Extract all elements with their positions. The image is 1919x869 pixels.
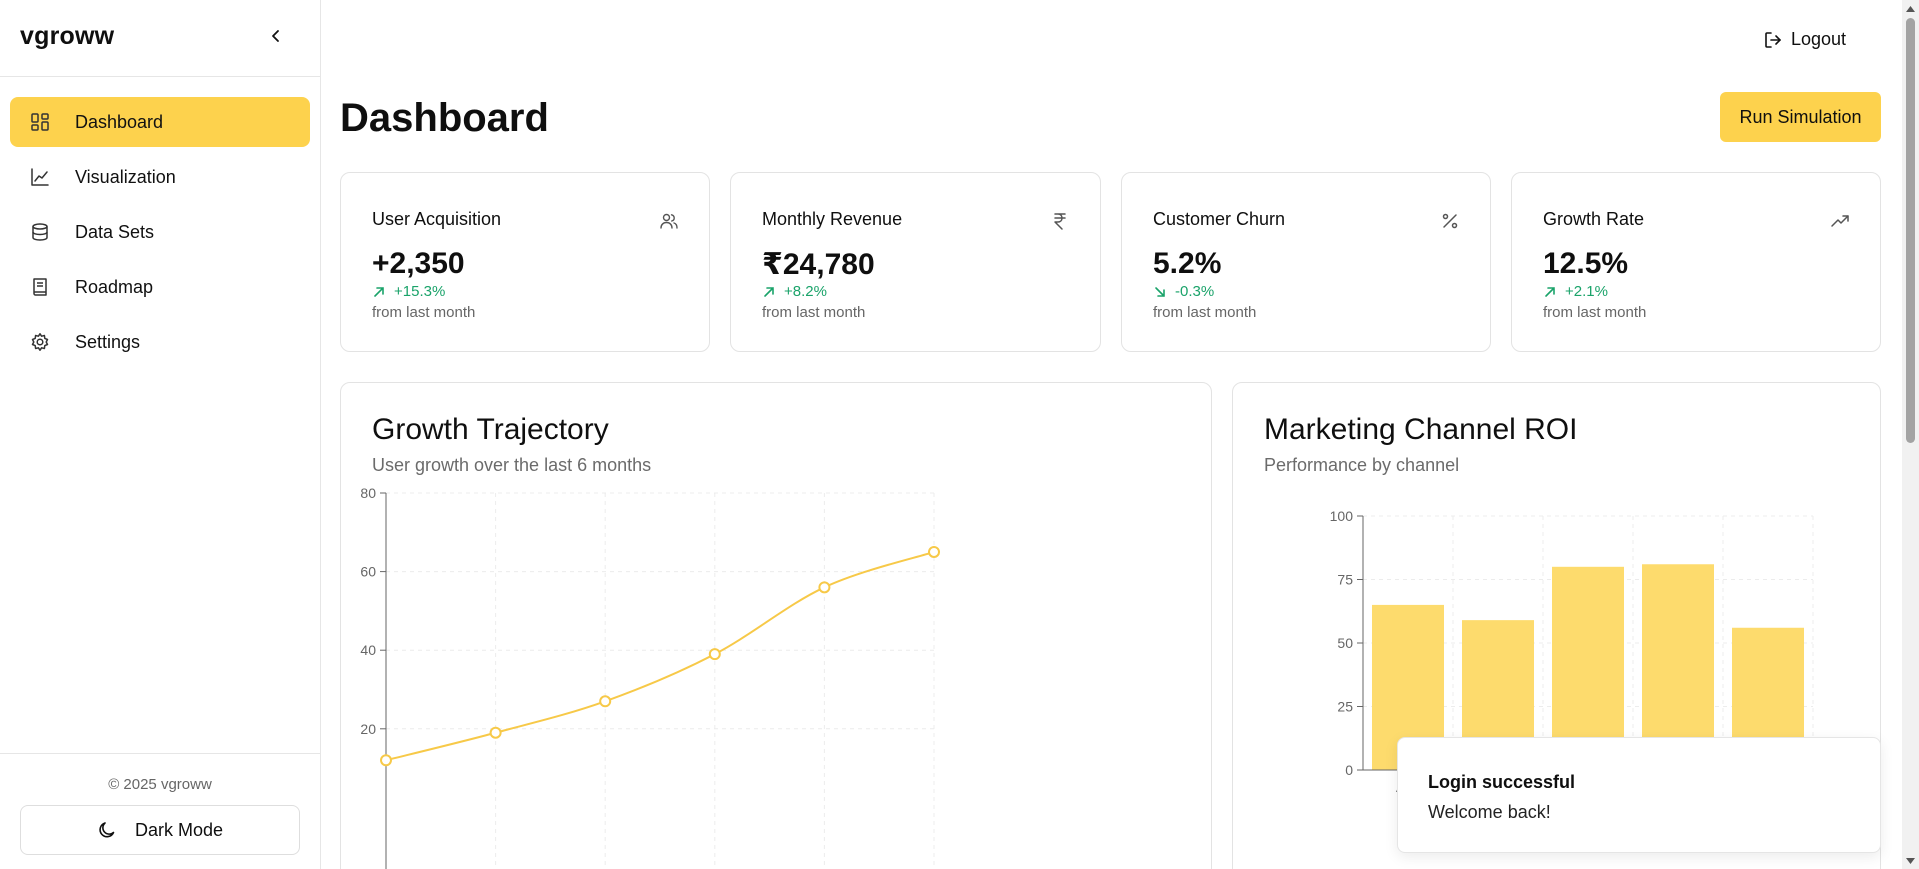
dashboard-icon [29,111,51,133]
stat-title: Customer Churn [1153,209,1286,229]
data-point [708,648,721,661]
stat-change-value: +15.3% [394,283,446,300]
stat-note: from last month [1153,304,1257,321]
stat-card-user-acquisition: User Acquisition +2,350 +15.3% from last… [340,172,710,352]
app-root: vgroww Dashboard Visualization Data Sets… [0,0,1919,869]
growth-trajectory-panel: 20 40 60 80 Growth Trajectory User growth o… [340,382,1212,869]
toast-description: Welcome back! [1428,802,1551,822]
copyright-text: © 2025 vgroww [108,776,212,793]
stat-value: 5.2% [1153,247,1222,280]
sidebar-item-label: Dashboard [75,111,164,132]
stat-change: +8.2% [762,283,827,300]
sidebar-item-label: Roadmap [75,276,154,297]
stat-change: +15.3% [372,283,445,300]
stat-card-monthly-revenue: Monthly Revenue ₹24,780 +8.2% from last … [730,172,1101,352]
page-scrollbar[interactable] [1902,0,1919,869]
scroll-up-arrow-icon[interactable] [1902,0,1919,17]
toast-title: Login successful [1428,772,1576,792]
stat-note: from last month [1543,304,1647,321]
y-tick-label: 40 [360,642,376,658]
dark-mode-label: Dark Mode [134,819,224,840]
y-tick-label: 25 [1337,699,1353,715]
y-tick-label: 0 [1345,762,1353,778]
y-tick-label: 75 [1337,572,1353,588]
data-point [818,581,831,594]
stat-card-customer-churn: Customer Churn 5.2% -0.3% from last mont… [1121,172,1491,352]
toast-notification: Login successful Welcome back! [1397,737,1881,853]
sidebar-item-roadmap[interactable]: Roadmap [10,262,310,312]
data-point [380,754,392,767]
arrow-down-right-icon [1153,285,1167,299]
y-tick-label: 50 [1337,635,1353,651]
sidebar-item-dashboard[interactable]: Dashboard [10,97,310,147]
run-simulation-button[interactable]: Run Simulation [1720,92,1881,142]
percent-icon [1440,211,1460,231]
stat-value: ₹24,780 [762,248,875,281]
sidebar-item-label: Data Sets [75,221,155,242]
gear-icon [29,331,51,353]
moon-icon [97,820,117,840]
panel-title: Growth Trajectory [372,413,609,446]
sidebar: vgroww Dashboard Visualization Data Sets… [0,0,321,869]
sidebar-item-label: Visualization [75,166,176,187]
panel-subtitle: User growth over the last 6 months [372,455,652,475]
stat-card-growth-rate: Growth Rate 12.5% +2.1% from last month [1511,172,1881,352]
arrow-up-right-icon [762,285,776,299]
database-icon [29,221,51,243]
stat-title: Monthly Revenue [762,209,903,229]
users-icon [659,211,679,231]
sidebar-item-label: Settings [75,331,141,352]
book-icon [29,276,51,298]
stat-change: -0.3% [1153,283,1214,300]
panel-subtitle: Performance by channel [1264,455,1460,475]
brand-logo: vgroww [20,22,115,50]
stat-note: from last month [372,304,476,321]
data-point [599,695,612,708]
stat-change-value: +8.2% [784,283,827,300]
data-point [489,726,502,739]
rupee-icon [1050,211,1070,231]
stat-title: User Acquisition [372,209,502,229]
y-tick-label: 60 [360,564,376,580]
panel-title: Marketing Channel ROI [1264,413,1578,446]
stat-title: Growth Rate [1543,209,1645,229]
logout-label: Logout [1791,29,1847,49]
sidebar-item-data-sets[interactable]: Data Sets [10,207,310,257]
sidebar-footer: © 2025 vgroww Dark Mode [0,753,320,869]
stat-value: 12.5% [1543,247,1629,280]
stat-change-value: +2.1% [1565,283,1608,300]
sidebar-nav: Dashboard Visualization Data Sets Roadma… [10,97,310,372]
stat-note: from last month [762,304,866,321]
stat-change: +2.1% [1543,283,1608,300]
stat-change-value: -0.3% [1175,283,1215,300]
logout-icon [1763,30,1783,50]
sidebar-item-settings[interactable]: Settings [10,317,310,367]
y-tick-label: 20 [360,721,376,737]
collapse-sidebar-button[interactable] [264,24,288,48]
sidebar-item-visualization[interactable]: Visualization [10,152,310,202]
dark-mode-button[interactable]: Dark Mode [20,805,300,855]
y-tick-label: 100 [1330,508,1354,524]
sidebar-header: vgroww [0,0,320,77]
stat-value: +2,350 [372,247,465,280]
arrow-up-right-icon [1543,285,1557,299]
page-title: Dashboard [340,96,549,140]
scrollbar-thumb[interactable] [1906,18,1915,443]
y-tick-label: 80 [360,485,376,501]
line-chart-icon [29,166,51,188]
logout-button[interactable]: Logout [1763,29,1846,50]
arrow-up-right-icon [372,285,386,299]
data-point [928,545,940,558]
trending-up-icon [1830,211,1850,231]
scroll-down-arrow-icon[interactable] [1902,852,1919,869]
chevron-left-icon [272,30,279,42]
